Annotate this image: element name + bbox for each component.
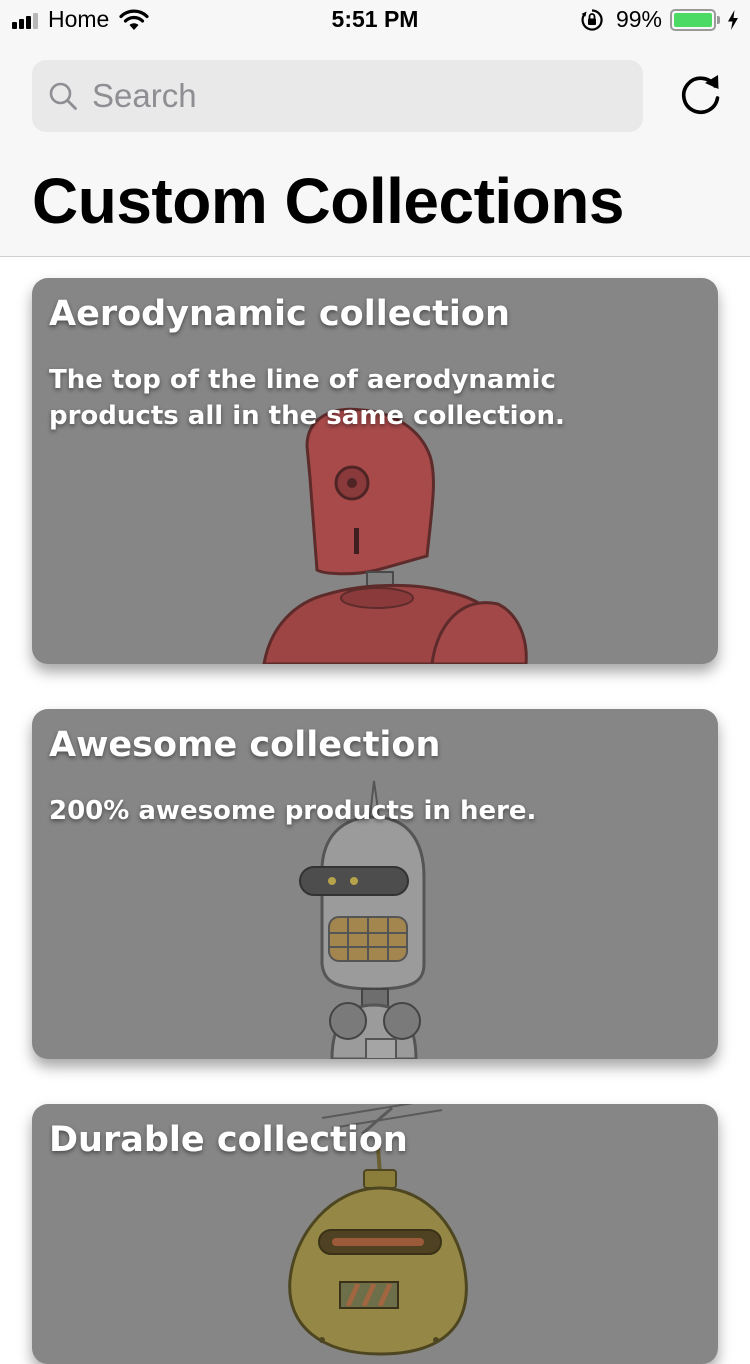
status-bar: Home 5:51 PM 99% [0,0,750,40]
navigation-header: Custom Collections [0,40,750,257]
refresh-icon[interactable] [676,70,726,120]
collection-title: Durable collection [49,1120,408,1160]
charging-bolt-icon [728,9,738,30]
page-title: Custom Collections [32,165,624,237]
collection-card-awesome[interactable]: Awesome collection 200% awesome products… [32,709,718,1059]
search-input[interactable] [90,76,590,116]
collection-description: The top of the line of aerodynamic produ… [49,365,565,431]
collection-title: Aerodynamic collection [49,294,510,334]
status-right: 99% [580,6,740,33]
battery-icon [670,8,720,31]
collection-description: 200% awesome products in here. [49,796,537,826]
search-bar[interactable] [32,60,643,132]
orientation-lock-icon [581,8,603,31]
battery-percent: 99% [615,6,662,32]
collection-card-aerodynamic[interactable]: Aerodynamic collection The top of the li… [32,278,718,664]
collection-title: Awesome collection [49,725,441,765]
red-robot-illustration [262,407,528,664]
collection-card-durable[interactable]: Durable collection [32,1104,718,1364]
search-icon [49,82,77,110]
